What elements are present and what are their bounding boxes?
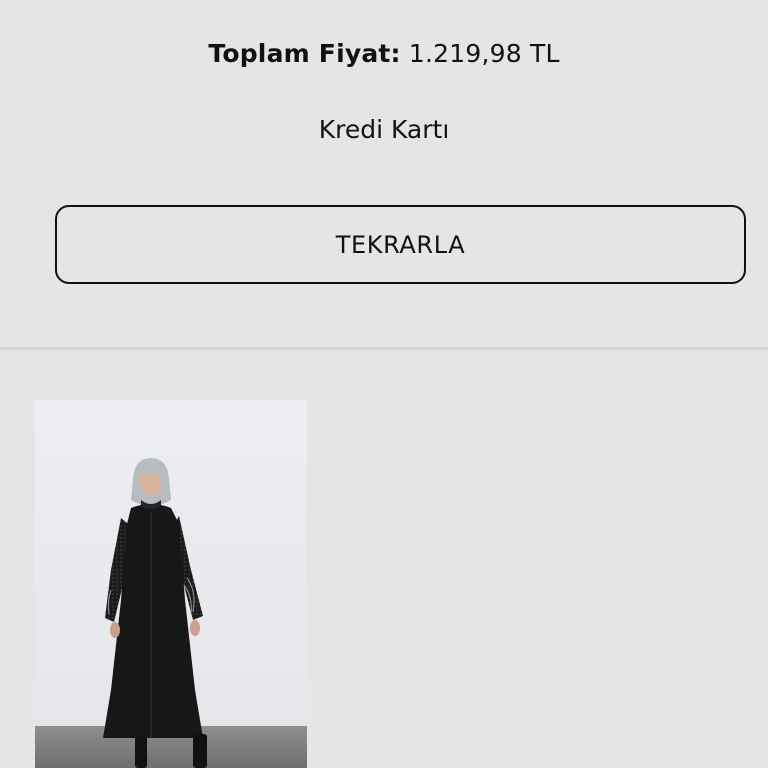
total-price-label: Toplam Fiyat: [208, 39, 401, 68]
repeat-order-button[interactable]: TEKRARLA [55, 205, 746, 284]
order-summary: Toplam Fiyat: 1.219,98 TL Kredi Kartı TE… [0, 0, 768, 348]
total-price-value: 1.219,98 TL [408, 39, 560, 68]
total-price: Toplam Fiyat: 1.219,98 TL [0, 38, 768, 70]
product-photo-black-abaya [35, 400, 307, 768]
section-divider [0, 347, 768, 350]
payment-method: Kredi Kartı [318, 115, 450, 144]
product-image[interactable] [35, 400, 307, 768]
